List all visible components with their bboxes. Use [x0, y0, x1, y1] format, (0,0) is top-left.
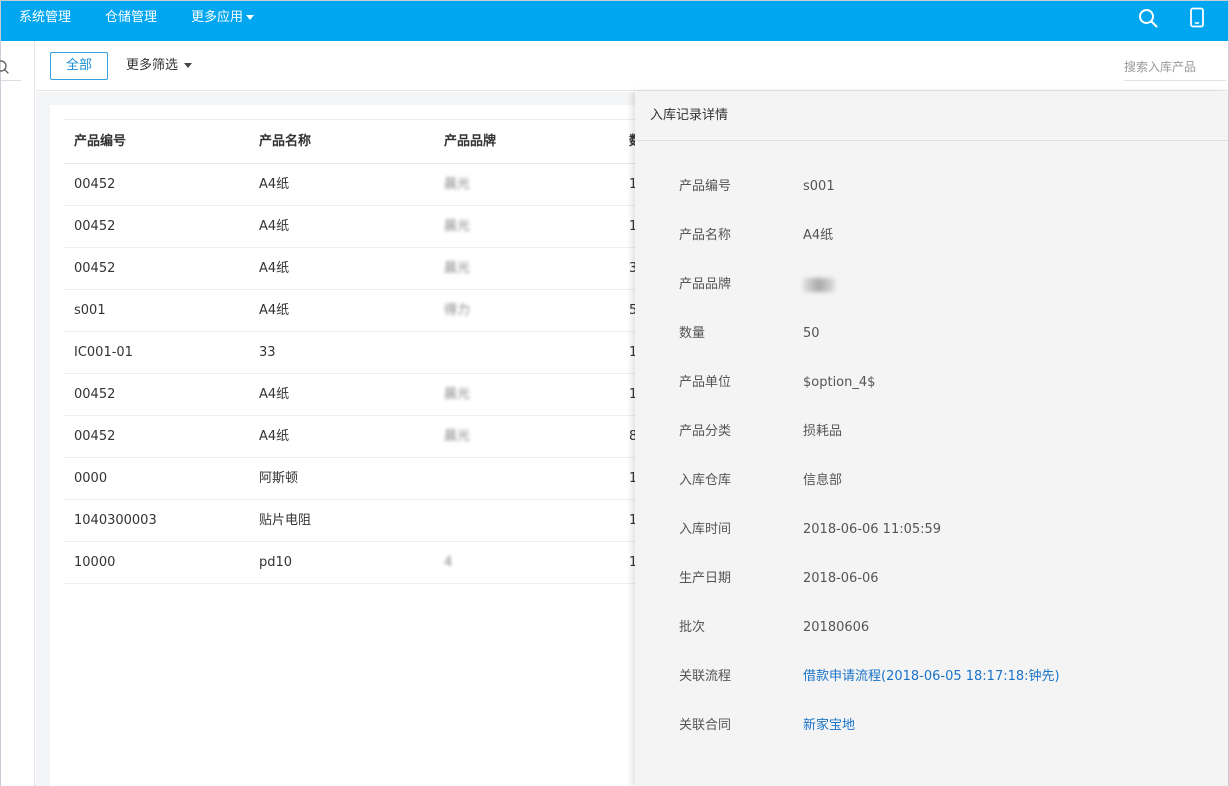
sidebar-search-icon[interactable]: [0, 58, 13, 78]
table-row[interactable]: 00452 A4纸 晨光 1: [64, 164, 635, 206]
detail-field-label: 产品编号: [679, 179, 732, 194]
table-row[interactable]: 0000 阿斯顿 1: [64, 458, 635, 500]
top-nav-bar: 系统管理 仓储管理 更多应用: [1, 1, 1228, 41]
detail-field: 产品单位 $option_4$: [635, 371, 1228, 395]
inbound-records-table: 产品编号 产品名称 产品品牌 数 00452A4纸晨光100452A4纸晨光10…: [50, 105, 635, 786]
related-contract-link[interactable]: 新家宝地: [803, 714, 855, 738]
cell-product-name: A4纸: [259, 429, 290, 444]
cell-product-code: 00452: [74, 387, 116, 402]
cell-product-brand: 晨光: [444, 261, 471, 276]
mobile-icon[interactable]: [1186, 7, 1208, 29]
detail-field: 产品编号 s001: [635, 175, 1228, 199]
nav-item-warehouse-management[interactable]: 仓储管理: [105, 1, 157, 41]
nav-item-more-apps-label: 更多应用: [191, 10, 244, 25]
cell-product-name: 33: [259, 345, 276, 360]
detail-field: 入库时间 2018-06-06 11:05:59: [635, 518, 1228, 542]
caret-down-icon: [246, 15, 255, 20]
detail-field: 批次 20180606: [635, 616, 1228, 640]
detail-field-label: 入库时间: [679, 522, 732, 537]
cell-product-code: 1040300003: [74, 513, 157, 528]
more-filters-label: 更多筛选: [126, 58, 179, 73]
detail-field-value: s001: [803, 179, 835, 194]
cell-product-name: 贴片电阻: [259, 513, 312, 528]
cell-product-name: 阿斯顿: [259, 471, 299, 486]
cell-product-brand: 得力: [444, 303, 471, 318]
filter-toolbar: 全部 更多筛选: [36, 41, 1228, 91]
detail-field: 入库仓库 信息部: [635, 469, 1228, 493]
detail-field-label: 关联合同: [679, 718, 732, 733]
table-row[interactable]: 00452 A4纸 晨光 8: [64, 416, 635, 458]
detail-field-label: 批次: [679, 620, 706, 635]
detail-field-value: 信息部: [803, 473, 843, 488]
detail-field-value: 损耗品: [803, 424, 843, 439]
detail-field-label: 入库仓库: [679, 473, 732, 488]
cell-product-name: A4纸: [259, 303, 290, 318]
cell-product-name: A4纸: [259, 261, 290, 276]
detail-field: 数量 50: [635, 322, 1228, 346]
detail-field: 生产日期 2018-06-06: [635, 567, 1228, 591]
detail-field-label: 产品品牌: [679, 277, 732, 292]
chevron-down-icon: [184, 63, 193, 68]
search-icon[interactable]: [1137, 7, 1159, 29]
detail-field-value: $option_4$: [803, 375, 876, 390]
cell-product-code: 00452: [74, 261, 116, 276]
left-sidebar: [0, 41, 35, 786]
detail-field-label: 产品分类: [679, 424, 732, 439]
search-input[interactable]: [1124, 53, 1226, 81]
table-row[interactable]: 10000 pd10 4 1: [64, 542, 635, 584]
cell-product-name: A4纸: [259, 219, 290, 234]
table-row[interactable]: 00452 A4纸 晨光 3: [64, 248, 635, 290]
detail-field-value: A4纸: [803, 228, 834, 243]
column-header-product-code[interactable]: 产品编号: [74, 120, 126, 165]
cell-product-name: A4纸: [259, 177, 290, 192]
sidebar-search-underline: [1, 80, 21, 81]
inbound-record-detail-panel: 入库记录详情 产品编号 s001 产品名称 A4纸产品品牌数量 50 产品单位 $optio…: [635, 92, 1228, 786]
detail-field: 关联流程 借款申请流程(2018-06-05 18:17:18:钟先): [635, 665, 1228, 689]
nav-item-system-management[interactable]: 系统管理: [19, 1, 71, 41]
table-row[interactable]: IC001-01 33 1: [64, 332, 635, 374]
detail-field-label: 生产日期: [679, 571, 732, 586]
detail-field-label: 产品单位: [679, 375, 732, 390]
more-filters-dropdown[interactable]: 更多筛选: [126, 52, 193, 80]
cell-product-name: pd10: [259, 555, 293, 570]
cell-product-code: 00452: [74, 219, 116, 234]
detail-field: 产品名称 A4纸: [635, 224, 1228, 248]
detail-panel-title: 入库记录详情: [635, 92, 1228, 141]
cell-product-brand: 4: [444, 555, 453, 570]
column-header-product-brand[interactable]: 产品品牌: [444, 120, 496, 165]
detail-field-value: 20180606: [803, 620, 870, 635]
cell-product-brand: 晨光: [444, 219, 471, 234]
detail-field-label: 产品名称: [679, 228, 732, 243]
detail-field-label: 数量: [679, 326, 706, 341]
cell-product-code: s001: [74, 303, 106, 318]
table-header: 产品编号 产品名称 产品品牌 数: [64, 119, 635, 164]
cell-product-code: 0000: [74, 471, 108, 486]
table-row[interactable]: 1040300003 贴片电阻 1: [64, 500, 635, 542]
related-process-link[interactable]: 借款申请流程(2018-06-05 18:17:18:钟先): [803, 665, 1060, 689]
all-filter-button[interactable]: 全部: [50, 52, 108, 80]
detail-field: 产品品牌: [635, 273, 1228, 297]
cell-product-code: 10000: [74, 555, 116, 570]
cell-product-name: A4纸: [259, 387, 290, 402]
detail-field-value: 2018-06-06: [803, 571, 879, 586]
cell-product-brand: 晨光: [444, 387, 471, 402]
detail-field-value: 2018-06-06 11:05:59: [803, 522, 942, 537]
cell-product-brand: 晨光: [444, 177, 471, 192]
cell-product-code: 00452: [74, 177, 116, 192]
column-header-product-name[interactable]: 产品名称: [259, 120, 311, 165]
cell-product-code: 00452: [74, 429, 116, 444]
table-row[interactable]: 00452 A4纸 晨光 1: [64, 374, 635, 416]
detail-field: 关联合同 新家宝地: [635, 714, 1228, 738]
detail-field-value: [803, 273, 835, 297]
cell-product-code: IC001-01: [74, 345, 133, 360]
detail-field-label: 关联流程: [679, 669, 732, 684]
table-row[interactable]: 00452 A4纸 晨光 1: [64, 206, 635, 248]
cell-product-brand: 晨光: [444, 429, 471, 444]
detail-field-value: 50: [803, 326, 820, 341]
table-row[interactable]: s001 A4纸 得力 5: [64, 290, 635, 332]
detail-field: 产品分类 损耗品: [635, 420, 1228, 444]
nav-item-more-apps[interactable]: 更多应用: [191, 1, 255, 41]
redacted-brand-value: [803, 277, 835, 292]
